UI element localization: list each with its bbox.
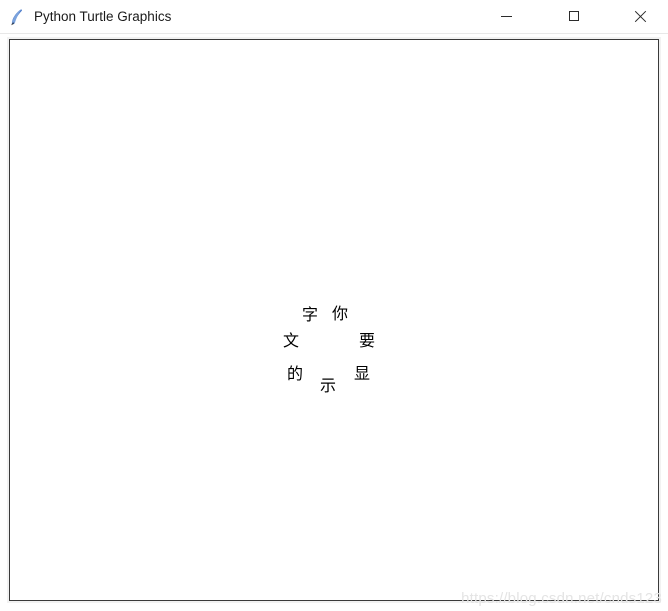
maximize-icon: [569, 11, 579, 21]
close-button[interactable]: [617, 0, 663, 32]
turtle-graphics-window: Python Turtle Graphics 你要显示的文字 https://b…: [0, 0, 668, 611]
watermark-text: https://blog.csdn.net/cnds123: [461, 590, 662, 607]
window-title: Python Turtle Graphics: [34, 9, 172, 24]
close-icon: [634, 10, 647, 23]
title-bar: Python Turtle Graphics: [0, 0, 668, 34]
minimize-button[interactable]: [483, 0, 529, 32]
canvas-frame: 你要显示的文字: [7, 37, 661, 603]
minimize-icon: [500, 15, 512, 17]
turtle-char: 的: [287, 364, 304, 383]
maximize-button[interactable]: [551, 0, 597, 32]
turtle-char: 文: [283, 331, 300, 350]
turtle-drawing-canvas[interactable]: 你要显示的文字: [9, 39, 659, 601]
turtle-char: 显: [354, 364, 371, 383]
turtle-char: 要: [359, 331, 376, 350]
python-feather-icon: [9, 8, 26, 26]
title-bar-divider: [0, 33, 668, 34]
turtle-char: 你: [332, 304, 349, 323]
turtle-char: 字: [302, 305, 319, 324]
turtle-char: 示: [320, 376, 337, 395]
